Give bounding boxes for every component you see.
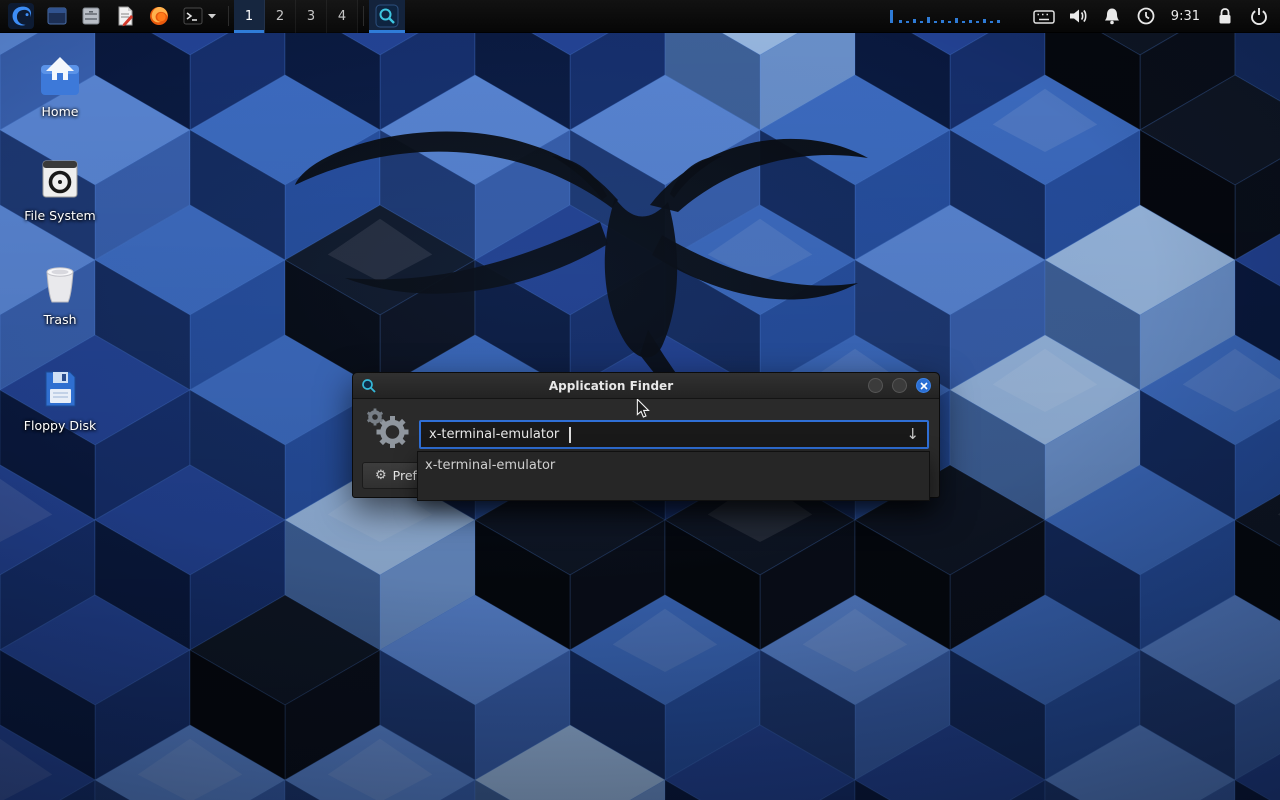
notifications-indicator[interactable] [1095, 0, 1129, 33]
desktop-icon-label: Home [42, 105, 79, 119]
window-search-icon [361, 378, 377, 394]
file-manager-launcher[interactable] [74, 0, 108, 33]
lock-icon [1214, 5, 1236, 27]
system-monitor-icon [889, 5, 1007, 27]
desktop-icon-label: Floppy Disk [24, 419, 96, 433]
keyboard-icon [1033, 5, 1055, 27]
window-buttons-launcher[interactable] [40, 0, 74, 33]
search-icon [375, 4, 399, 28]
top-panel: 1 2 3 4 [0, 0, 1280, 33]
window-title: Application Finder [353, 379, 869, 393]
minimize-button[interactable] [868, 378, 883, 393]
volume-icon [1067, 5, 1089, 27]
text-editor-launcher[interactable] [108, 0, 142, 33]
status-indicator[interactable] [1129, 0, 1163, 33]
close-button[interactable] [916, 378, 931, 393]
desktop-icon-label: File System [24, 209, 96, 223]
workspace-button-1[interactable]: 1 [234, 0, 265, 33]
applications-menu-button[interactable] [2, 0, 40, 33]
search-input-value: x-terminal-emulator [429, 427, 559, 442]
terminal-launcher[interactable] [176, 0, 223, 33]
workspace-button-4[interactable]: 4 [327, 0, 358, 33]
kali-menu-icon [8, 3, 34, 29]
entry-dropdown-arrow-icon[interactable]: ↓ [898, 427, 919, 442]
completion-item[interactable]: x-terminal-emulator [418, 452, 929, 479]
search-input[interactable]: x-terminal-emulator ↓ [419, 420, 929, 449]
firefox-icon [148, 5, 170, 27]
gears-icon [365, 406, 411, 452]
desktop-icon-label: Trash [43, 313, 76, 327]
status-icon [1135, 5, 1157, 27]
power-icon [1248, 5, 1270, 27]
firefox-launcher[interactable] [142, 0, 176, 33]
completion-popup: x-terminal-emulator [417, 451, 930, 501]
maximize-button[interactable] [892, 378, 907, 393]
desktop-icon-trash[interactable]: Trash [12, 260, 108, 327]
chevron-down-icon [207, 13, 217, 19]
application-icon [365, 406, 411, 456]
file-system-drive-icon [37, 156, 83, 202]
floppy-disk-icon [37, 366, 83, 412]
panel-separator [363, 6, 364, 26]
desktop-icon-file-system[interactable]: File System [12, 156, 108, 223]
clock[interactable]: 9:31 [1171, 9, 1200, 24]
text-cursor [569, 427, 571, 443]
file-manager-icon [80, 5, 102, 27]
keyboard-indicator[interactable] [1027, 0, 1061, 33]
window-icon [46, 5, 68, 27]
volume-indicator[interactable] [1061, 0, 1095, 33]
bell-icon [1101, 5, 1123, 27]
text-editor-icon [114, 5, 136, 27]
system-monitor-indicator[interactable] [883, 0, 1013, 33]
gear-icon: ⚙ [375, 468, 387, 483]
lock-screen-button[interactable] [1208, 0, 1242, 33]
workspace-button-3[interactable]: 3 [296, 0, 327, 33]
desktop-icon-home[interactable]: Home [12, 54, 108, 119]
desktop-icon-floppy-disk[interactable]: Floppy Disk [12, 366, 108, 433]
power-button[interactable] [1242, 0, 1276, 33]
close-icon [920, 382, 928, 390]
panel-separator [228, 6, 229, 26]
terminal-icon [182, 5, 204, 27]
window-titlebar[interactable]: Application Finder [353, 373, 939, 399]
app-finder-panel-button[interactable] [369, 0, 405, 33]
workspace-button-2[interactable]: 2 [265, 0, 296, 33]
home-folder-icon [37, 54, 83, 98]
trash-bin-icon [37, 260, 83, 306]
